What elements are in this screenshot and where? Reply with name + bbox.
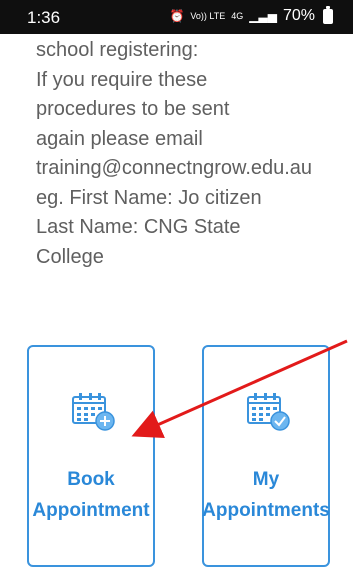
appointment-label: Appointment: [32, 500, 150, 521]
network-label: 4G: [231, 11, 244, 21]
my-label: My: [252, 469, 280, 490]
battery-percent: 70%: [282, 7, 315, 24]
book-appointment-button[interactable]: Book Appointment: [27, 345, 155, 567]
message-line: Last Name: CNG State: [36, 216, 241, 238]
alarm-icon: ⏰: [169, 9, 185, 23]
status-time: 1:36: [27, 8, 61, 27]
status-bar: 1:36 ⏰ Vo)) LTE 4G ▁▃▅ 70%: [0, 0, 353, 34]
message-email[interactable]: training@connectngrow.edu.au: [36, 154, 346, 184]
appointments-label: Appointments: [202, 500, 330, 521]
status-icons: ⏰ Vo)) LTE 4G ▁▃▅ 70%: [169, 5, 333, 25]
message-line: eg. First Name: Jo citizen: [36, 186, 262, 209]
volte-label: Vo)) LTE: [190, 11, 226, 21]
calendar-check-icon: [247, 393, 290, 431]
message-line: school registering:: [36, 39, 199, 61]
instructions-text: school registering: If you require these…: [36, 36, 346, 272]
calendar-add-icon: [72, 393, 115, 431]
signal-icon: ▁▃▅: [249, 9, 277, 23]
message-line: If you require these: [36, 68, 208, 91]
book-label: Book: [67, 469, 115, 490]
message-line: College: [36, 245, 104, 268]
my-appointments-button[interactable]: My Appointments: [202, 345, 330, 567]
message-line: again please email: [36, 127, 203, 150]
battery-icon: [323, 5, 333, 24]
message-line: procedures to be sent: [36, 98, 230, 120]
